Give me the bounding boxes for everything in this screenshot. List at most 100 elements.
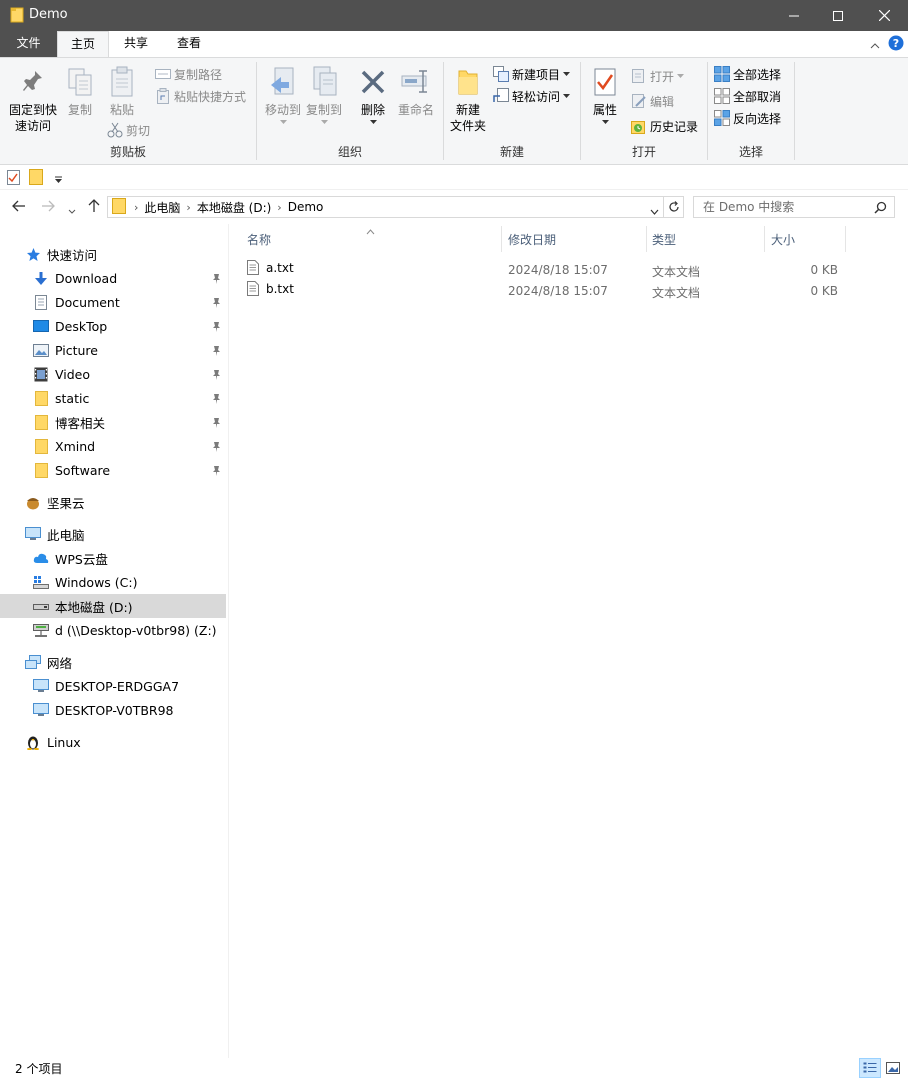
file-date: 2024/8/18 15:07 [508, 284, 608, 298]
sidebar-item-document[interactable]: Document [0, 290, 226, 314]
sidebar-item-network[interactable]: 网络 [0, 650, 226, 674]
move-to-button[interactable]: 移动到 [261, 64, 305, 124]
sidebar-item-software[interactable]: Software [0, 458, 226, 482]
sidebar-item-xmind[interactable]: Xmind [0, 434, 226, 458]
pin-icon[interactable] [212, 320, 221, 335]
search-icon[interactable] [874, 201, 887, 217]
paste-shortcut-button[interactable]: 粘贴快捷方式 [155, 86, 246, 106]
computer-icon [25, 526, 41, 542]
scissors-icon [107, 122, 123, 138]
sidebar-item-drive-c[interactable]: Windows (C:) [0, 570, 226, 594]
history-button[interactable]: 历史记录 [631, 116, 698, 136]
sidebar-item-desktop-v0tbr98[interactable]: DESKTOP-V0TBR98 [0, 698, 226, 722]
breadcrumb-demo[interactable]: Demo [284, 200, 328, 214]
file-row[interactable]: b.txt 2024/8/18 15:07 文本文档 0 KB [243, 280, 843, 301]
sidebar-item-this-pc[interactable]: 此电脑 [0, 522, 226, 546]
breadcrumb-separator[interactable]: › [275, 201, 283, 214]
refresh-button[interactable] [664, 196, 684, 218]
sidebar-item-static[interactable]: static [0, 386, 226, 410]
address-bar[interactable]: › 此电脑 › 本地磁盘 (D:) › Demo [107, 196, 664, 218]
address-dropdown-icon[interactable] [650, 204, 659, 218]
pin-icon[interactable] [212, 392, 221, 407]
help-icon[interactable]: ? [888, 35, 904, 54]
sidebar-item-video[interactable]: Video [0, 362, 226, 386]
delete-button[interactable]: 删除 [355, 64, 391, 124]
new-item-icon [493, 66, 509, 82]
select-none-button[interactable]: 全部取消 [714, 86, 781, 106]
pin-icon[interactable] [212, 464, 221, 479]
large-icons-view-button[interactable] [882, 1058, 904, 1078]
open-icon [632, 69, 644, 83]
sidebar-item-blog[interactable]: 博客相关 [0, 410, 226, 434]
breadcrumb-this-pc[interactable]: 此电脑 [140, 199, 184, 216]
collapse-ribbon-icon[interactable] [870, 38, 880, 52]
group-label-select: 选择 [738, 145, 763, 159]
maximize-button[interactable] [815, 0, 861, 31]
breadcrumb-separator[interactable]: › [132, 201, 140, 214]
sidebar-item-desktop[interactable]: DeskTop [0, 314, 226, 338]
pin-icon[interactable] [212, 272, 221, 287]
rename-button[interactable]: 重命名 [394, 64, 438, 118]
minimize-button[interactable] [771, 0, 817, 31]
sidebar-item-desktop-erdgga7[interactable]: DESKTOP-ERDGGA7 [0, 674, 226, 698]
copy-to-button[interactable]: 复制到 [302, 64, 346, 124]
open-button[interactable]: 打开 [631, 66, 685, 86]
column-separator[interactable] [845, 226, 846, 252]
details-view-button[interactable] [859, 1058, 881, 1078]
recent-locations-icon[interactable] [68, 203, 76, 217]
search-input[interactable] [694, 197, 864, 217]
new-folder-button[interactable]: 新建 文件夹 [448, 64, 488, 134]
pin-icon[interactable] [212, 440, 221, 455]
tab-view[interactable]: 查看 [165, 31, 213, 57]
edit-button[interactable]: 编辑 [631, 91, 674, 111]
pin-icon[interactable] [212, 416, 221, 431]
sidebar-item-picture[interactable]: Picture [0, 338, 226, 362]
pin-icon[interactable] [212, 344, 221, 359]
network-icon [25, 654, 41, 670]
sidebar-item-network-drive-z[interactable]: d (\\Desktop-v0tbr98) (Z:) [0, 618, 226, 642]
customize-qat-icon[interactable] [54, 173, 63, 187]
pin-icon[interactable] [212, 296, 221, 311]
breadcrumb-separator[interactable]: › [184, 201, 192, 214]
sidebar-item-wps-cloud[interactable]: WPS云盘 [0, 546, 226, 570]
history-icon [631, 121, 645, 134]
sidebar-item-linux[interactable]: Linux [0, 730, 226, 754]
paste-button[interactable]: 粘贴 [103, 64, 141, 118]
sidebar-item-drive-d[interactable]: 本地磁盘 (D:) [0, 594, 226, 618]
cut-button[interactable]: 剪切 [107, 120, 150, 140]
copy-icon [62, 64, 98, 100]
column-header-name[interactable]: 名称 [241, 228, 501, 252]
properties-qat-icon[interactable] [7, 170, 20, 188]
quick-access-toolbar [0, 165, 908, 190]
svg-text:?: ? [893, 37, 899, 50]
tab-home[interactable]: 主页 [57, 31, 109, 58]
select-all-button[interactable]: 全部选择 [714, 64, 781, 84]
pin-label-2: 速访问 [14, 119, 51, 133]
new-folder-qat-icon[interactable] [29, 169, 43, 188]
copy-button[interactable]: 复制 [62, 64, 98, 118]
breadcrumb-drive-d[interactable]: 本地磁盘 (D:) [193, 199, 275, 216]
column-header-type[interactable]: 类型 [646, 228, 764, 252]
up-arrow-icon[interactable] [87, 199, 101, 216]
folder-icon [33, 438, 49, 454]
back-arrow-icon[interactable] [12, 199, 26, 216]
invert-selection-button[interactable]: 反向选择 [714, 108, 781, 128]
forward-arrow-icon[interactable] [41, 199, 55, 216]
tab-file[interactable]: 文件 [0, 31, 57, 57]
pin-quick-access-button[interactable]: 固定到快 速访问 [6, 64, 60, 134]
sidebar-item-quick-access[interactable]: 快速访问 [0, 242, 226, 266]
new-item-button[interactable]: 新建项目 [493, 64, 571, 84]
copy-path-button[interactable]: 复制路径 [155, 64, 222, 84]
close-button[interactable] [861, 0, 907, 31]
star-icon [25, 246, 41, 262]
file-size: 0 KB [810, 284, 838, 298]
pin-icon[interactable] [212, 368, 221, 383]
properties-button[interactable]: 属性 [587, 64, 623, 124]
column-header-date[interactable]: 修改日期 [502, 228, 646, 252]
tab-share[interactable]: 共享 [112, 31, 160, 57]
file-row[interactable]: a.txt 2024/8/18 15:07 文本文档 0 KB [243, 259, 843, 280]
sidebar-item-download[interactable]: Download [0, 266, 226, 290]
sidebar-item-jianguoyun[interactable]: 坚果云 [0, 490, 226, 514]
easy-access-button[interactable]: 轻松访问 [493, 86, 571, 106]
column-header-size[interactable]: 大小 [765, 228, 845, 252]
